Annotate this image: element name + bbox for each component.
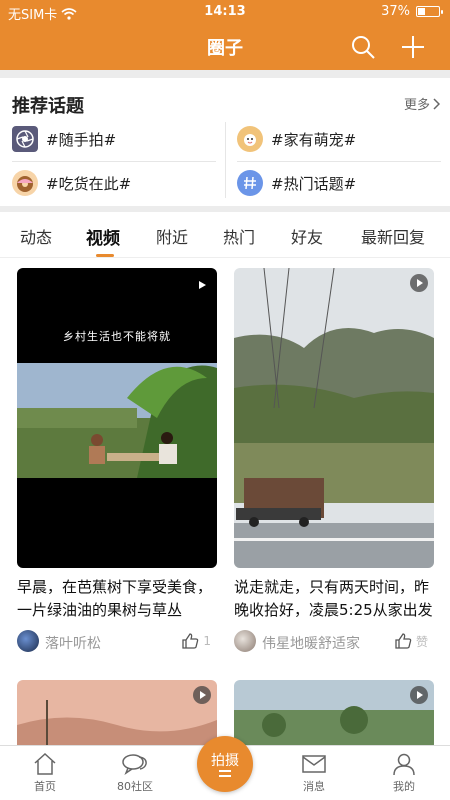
topics-more-label: 更多	[403, 98, 430, 113]
thumbs-up-icon	[182, 633, 199, 649]
active-tab-indicator	[96, 254, 114, 257]
nav-community[interactable]: 80社区	[105, 752, 165, 794]
video-caption[interactable]: 早晨，在芭蕉树下享受美食，一片绿油油的果树与草丛	[17, 576, 217, 622]
battery-icon	[416, 6, 443, 17]
nav-label: 我的	[393, 780, 415, 793]
tab-latest-reply[interactable]: 最新回复	[361, 224, 425, 248]
divider	[225, 122, 226, 198]
topic-item[interactable]: #热门话题#	[237, 170, 356, 196]
like-count: 赞	[415, 634, 428, 649]
topic-item[interactable]: #家有萌宠#	[237, 126, 356, 152]
tab-nearby[interactable]: 附近	[156, 224, 188, 248]
play-icon	[193, 686, 211, 704]
topic-item[interactable]: #随手拍#	[12, 126, 116, 152]
app-header: 无SIM卡 14:13 37% 圈子	[0, 0, 450, 70]
like-count: 1	[203, 634, 211, 648]
topic-label: #吃货在此#	[46, 174, 132, 193]
video-frame-image	[17, 268, 217, 568]
publish-label: 拍摄	[211, 753, 239, 769]
topic-item[interactable]: #吃货在此#	[12, 170, 131, 196]
hashtag-icon	[237, 170, 263, 196]
video-thumbnail[interactable]	[234, 680, 434, 745]
tab-video[interactable]: 视频	[86, 224, 120, 249]
recommended-topics: 推荐话题 更多 #随手拍# #家有萌宠# #吃货在此# #热门话题#	[0, 78, 450, 206]
video-caption[interactable]: 说走就走，只有两天时间，昨晚收拾好，凌晨5:25从家出发	[234, 576, 434, 622]
status-bar: 无SIM卡 14:13 37%	[0, 0, 450, 24]
author-name[interactable]: 落叶听松	[45, 633, 101, 653]
nav-label: 消息	[303, 780, 325, 793]
battery-percent: 37%	[381, 4, 410, 19]
person-icon	[393, 753, 415, 776]
thumbs-up-icon	[395, 633, 412, 649]
nav-mine[interactable]: 我的	[374, 752, 434, 794]
pet-face-icon	[237, 126, 263, 152]
battery-fill	[418, 8, 426, 15]
video-card[interactable]: 乡村生活也不能将就 早晨，在芭蕉树下享受美食，一片绿油油的果树与草丛 落叶听松 …	[17, 268, 217, 654]
topics-more-link[interactable]: 更多	[404, 94, 440, 113]
video-card[interactable]	[17, 680, 217, 745]
avatar[interactable]	[17, 630, 39, 652]
chat-bubbles-icon	[122, 754, 147, 775]
nav-messages[interactable]: 消息	[284, 752, 344, 794]
menu-lines-icon	[219, 770, 231, 780]
camera-aperture-icon	[12, 126, 38, 152]
video-overlay-text: 乡村生活也不能将就	[63, 330, 171, 343]
play-icon	[410, 686, 428, 704]
like-button[interactable]: 赞	[394, 632, 428, 650]
tab-friends[interactable]: 好友	[291, 224, 323, 248]
video-frame-image	[234, 680, 434, 745]
add-icon[interactable]	[400, 34, 426, 60]
home-icon	[34, 752, 56, 775]
publish-button[interactable]: 拍摄	[197, 736, 253, 792]
nav-home[interactable]: 首页	[15, 752, 75, 794]
nav-label: 80社区	[117, 780, 153, 793]
divider	[12, 161, 216, 162]
play-icon	[410, 274, 428, 292]
video-frame-image	[17, 680, 217, 745]
video-card[interactable]: 说走就走，只有两天时间，昨晚收拾好，凌晨5:25从家出发 伟星地暖舒适家 赞	[234, 268, 434, 654]
avatar[interactable]	[234, 630, 256, 652]
video-thumbnail[interactable]	[17, 680, 217, 745]
video-thumbnail[interactable]	[234, 268, 434, 568]
search-icon[interactable]	[350, 34, 376, 60]
chevron-right-icon	[433, 97, 440, 110]
video-thumbnail[interactable]: 乡村生活也不能将就	[17, 268, 217, 568]
card-meta: 落叶听松 1	[17, 630, 217, 654]
topics-title: 推荐话题	[12, 96, 84, 117]
like-button[interactable]: 1	[181, 632, 211, 650]
divider	[237, 161, 441, 162]
envelope-icon	[302, 755, 326, 773]
topic-label: #热门话题#	[271, 174, 357, 193]
tab-dynamic[interactable]: 动态	[20, 224, 52, 248]
author-name[interactable]: 伟星地暖舒适家	[262, 633, 360, 653]
play-icon	[199, 281, 206, 289]
video-feed: 乡村生活也不能将就 早晨，在芭蕉树下享受美食，一片绿油油的果树与草丛 落叶听松 …	[0, 258, 450, 745]
video-card[interactable]	[234, 680, 434, 745]
card-meta: 伟星地暖舒适家 赞	[234, 630, 434, 654]
nav-label: 首页	[34, 780, 56, 793]
tab-hot[interactable]: 热门	[223, 224, 255, 248]
feed-tabs: 动态 视频 附近 热门 好友 最新回复	[0, 212, 450, 258]
topic-label: #家有萌宠#	[271, 130, 357, 149]
video-frame-image	[234, 268, 434, 568]
page-title: 圈子	[207, 38, 243, 59]
donut-icon	[12, 170, 38, 196]
topic-label: #随手拍#	[46, 130, 117, 149]
